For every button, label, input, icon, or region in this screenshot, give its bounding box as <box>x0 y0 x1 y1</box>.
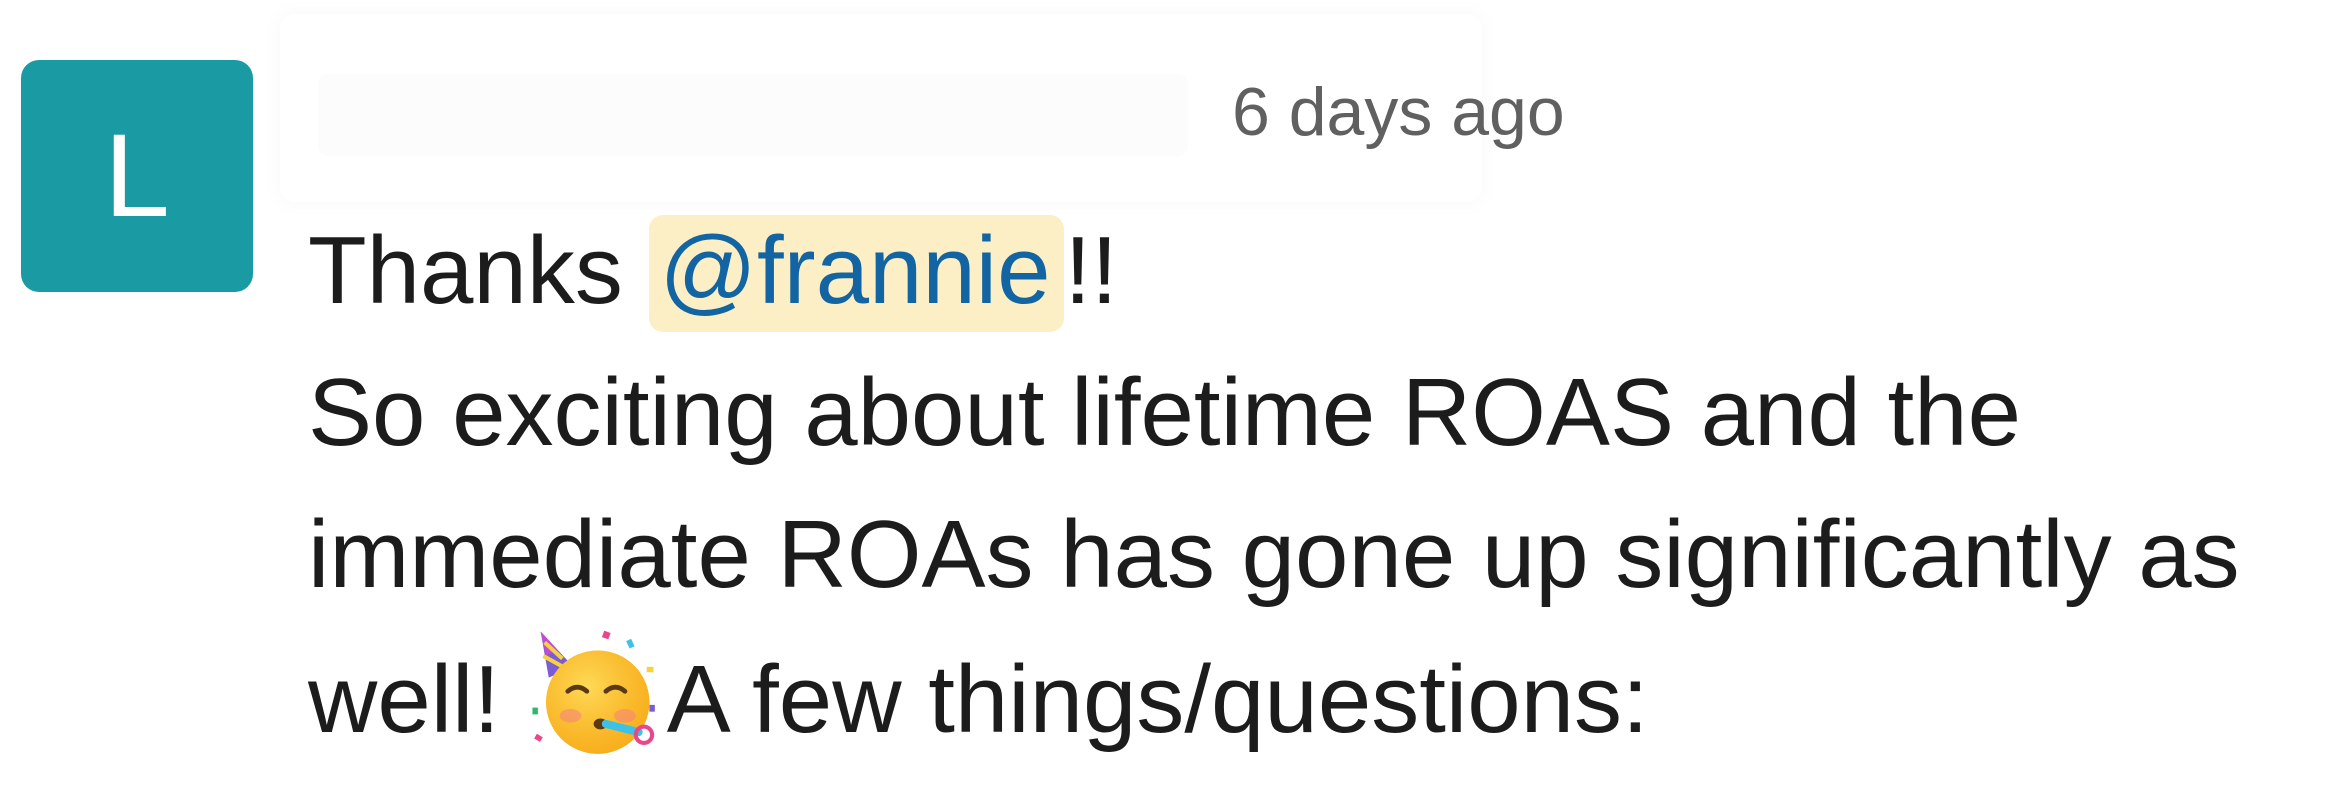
message-line-2: So exciting about lifetime ROAS and the <box>308 359 2021 466</box>
message: L 6 days ago Thanks @frannie!! So exciti… <box>0 0 2352 785</box>
partying-face-icon[interactable] <box>527 626 663 762</box>
message-header: 6 days ago <box>272 0 2072 202</box>
timestamp[interactable]: 6 days ago <box>1232 78 1565 146</box>
line-4-prefix: well! <box>308 646 527 753</box>
greeting-suffix: !! <box>1064 217 1118 324</box>
greeting-prefix: Thanks <box>308 217 650 324</box>
user-mention[interactable]: @frannie <box>649 215 1065 332</box>
message-body: Thanks @frannie!! So exciting about life… <box>308 200 2308 771</box>
avatar[interactable]: L <box>21 60 253 292</box>
message-line-4: well! A few things/questions: <box>308 626 2308 771</box>
message-line-1: Thanks @frannie!! <box>308 200 2308 342</box>
message-line-3: immediate ROAs has gone up significantly… <box>308 501 2240 608</box>
line-4-suffix: A few things/questions: <box>666 646 1649 753</box>
